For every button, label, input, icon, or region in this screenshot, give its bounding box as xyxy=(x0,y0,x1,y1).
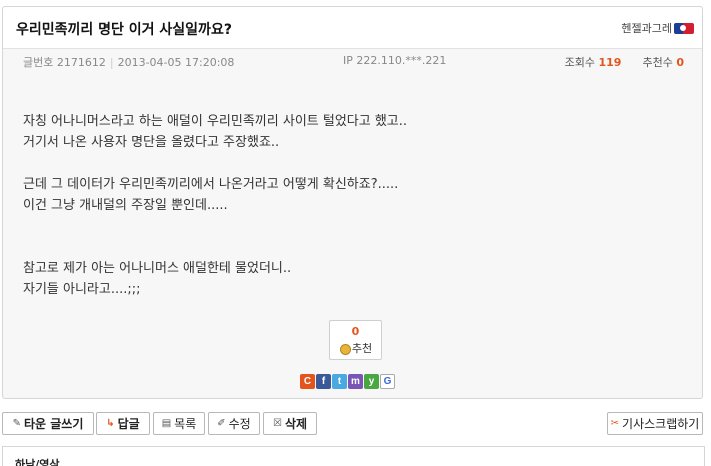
facebook-icon[interactable]: f xyxy=(316,374,331,389)
pencil-icon: ✎ xyxy=(12,418,21,429)
post-meta-left: 글번호 2171612 | 2013-04-05 17:20:08 xyxy=(23,54,234,70)
edit-icon: ✐ xyxy=(217,418,226,429)
yozm-icon[interactable]: y xyxy=(364,374,379,389)
recommend-label-wrap: 추천 xyxy=(330,340,381,356)
scissors-icon: ✂ xyxy=(610,418,620,429)
ip-value: 222.110.***.221 xyxy=(356,54,447,67)
c-share-icon[interactable]: C xyxy=(300,374,315,389)
post-container: 우리민족끼리 명단 이거 사실일까요? 헨젤과그레 글번호 2171612 | 20… xyxy=(2,6,703,399)
body-line: 이건 그냥 개내덜의 주장일 뿐인데..... xyxy=(23,198,228,213)
scrap-label: 기사스크랩하기 xyxy=(622,417,700,431)
scrap-button[interactable]: ✂ 기사스크랩하기 xyxy=(607,412,703,435)
post-title-bar: 우리민족끼리 명단 이거 사실일까요? 헨젤과그레 xyxy=(3,7,702,49)
body-line: 거기서 나온 사용자 명단을 올렸다고 주장했죠.. xyxy=(23,135,280,150)
edit-button[interactable]: ✐ 수정 xyxy=(208,412,260,435)
author-name[interactable]: 헨젤과그레 xyxy=(621,20,672,36)
post-no-label: 글번호 xyxy=(23,56,54,69)
post-author[interactable]: 헨젤과그레 xyxy=(621,20,694,36)
views-label: 조회수 xyxy=(564,56,595,69)
post-meta: 글번호 2171612 | 2013-04-05 17:20:08 IP 222.1… xyxy=(3,49,702,77)
post-ip: IP 222.110.***.221 xyxy=(343,54,446,67)
delete-icon: ☒ xyxy=(272,418,282,429)
next-post-bar: 하남/영삼 xyxy=(2,446,705,466)
recommend-button[interactable]: 0 추천 xyxy=(329,320,382,360)
recommend-count: 0 xyxy=(351,325,360,338)
body-line: 참고로 제가 아는 어나니머스 애덜한테 물었더니.. xyxy=(23,261,292,276)
google-icon[interactable]: G xyxy=(380,374,395,389)
list-button[interactable]: ▤ 목록 xyxy=(153,412,205,435)
body-line: 자칭 어나니머스라고 하는 애덜이 우리민족끼리 사이트 털었다고 했고.. xyxy=(23,114,408,129)
medal-icon xyxy=(339,342,351,355)
recommend-label: 추천 xyxy=(351,342,373,355)
body-line: 근데 그 데이터가 우리민족끼리에서 나온거라고 어떻게 확신하죠?..... xyxy=(23,177,399,192)
reply-arrow-icon: ↳ xyxy=(106,418,115,429)
post-title: 우리민족끼리 명단 이거 사실일까요? xyxy=(16,22,232,38)
delete-button[interactable]: ☒ 삭제 xyxy=(263,412,317,435)
ip-label: IP xyxy=(343,54,353,67)
meta-divider: | xyxy=(109,56,114,69)
list-icon: ▤ xyxy=(161,418,172,429)
mlb-logo-icon xyxy=(674,22,694,34)
post-stats: 조회수 119 추천수 0 xyxy=(565,54,684,70)
write-label: 타운 글쓰기 xyxy=(24,417,84,431)
me2day-icon[interactable]: m xyxy=(348,374,363,389)
recommends-count: 0 xyxy=(676,56,684,69)
reply-label: 답글 xyxy=(117,417,140,431)
recommends-label: 추천수 xyxy=(642,56,673,69)
edit-label: 수정 xyxy=(228,417,251,431)
write-button[interactable]: ✎ 타운 글쓰기 xyxy=(2,412,94,435)
twitter-icon[interactable]: t xyxy=(332,374,347,389)
delete-label: 삭제 xyxy=(284,417,308,431)
post-body: 자칭 어나니머스라고 하는 애덜이 우리민족끼리 사이트 털었다고 했고.. 거… xyxy=(23,111,407,300)
next-post-label[interactable]: 하남/영삼 xyxy=(15,456,60,466)
body-line: 자기들 아니라고....;;; xyxy=(23,282,141,297)
post-no: 2171612 xyxy=(56,56,106,69)
action-toolbar: ✎ 타운 글쓰기 ↳ 답글 ▤ 목록 ✐ 수정 ☒ 삭제 ✂ 기사스크랩하기 xyxy=(0,412,711,436)
share-icons: C f t m y G xyxy=(300,374,395,389)
views-count: 119 xyxy=(598,56,622,69)
post-datetime: 2013-04-05 17:20:08 xyxy=(117,56,235,69)
reply-button[interactable]: ↳ 답글 xyxy=(96,412,150,435)
list-label: 목록 xyxy=(174,417,197,431)
